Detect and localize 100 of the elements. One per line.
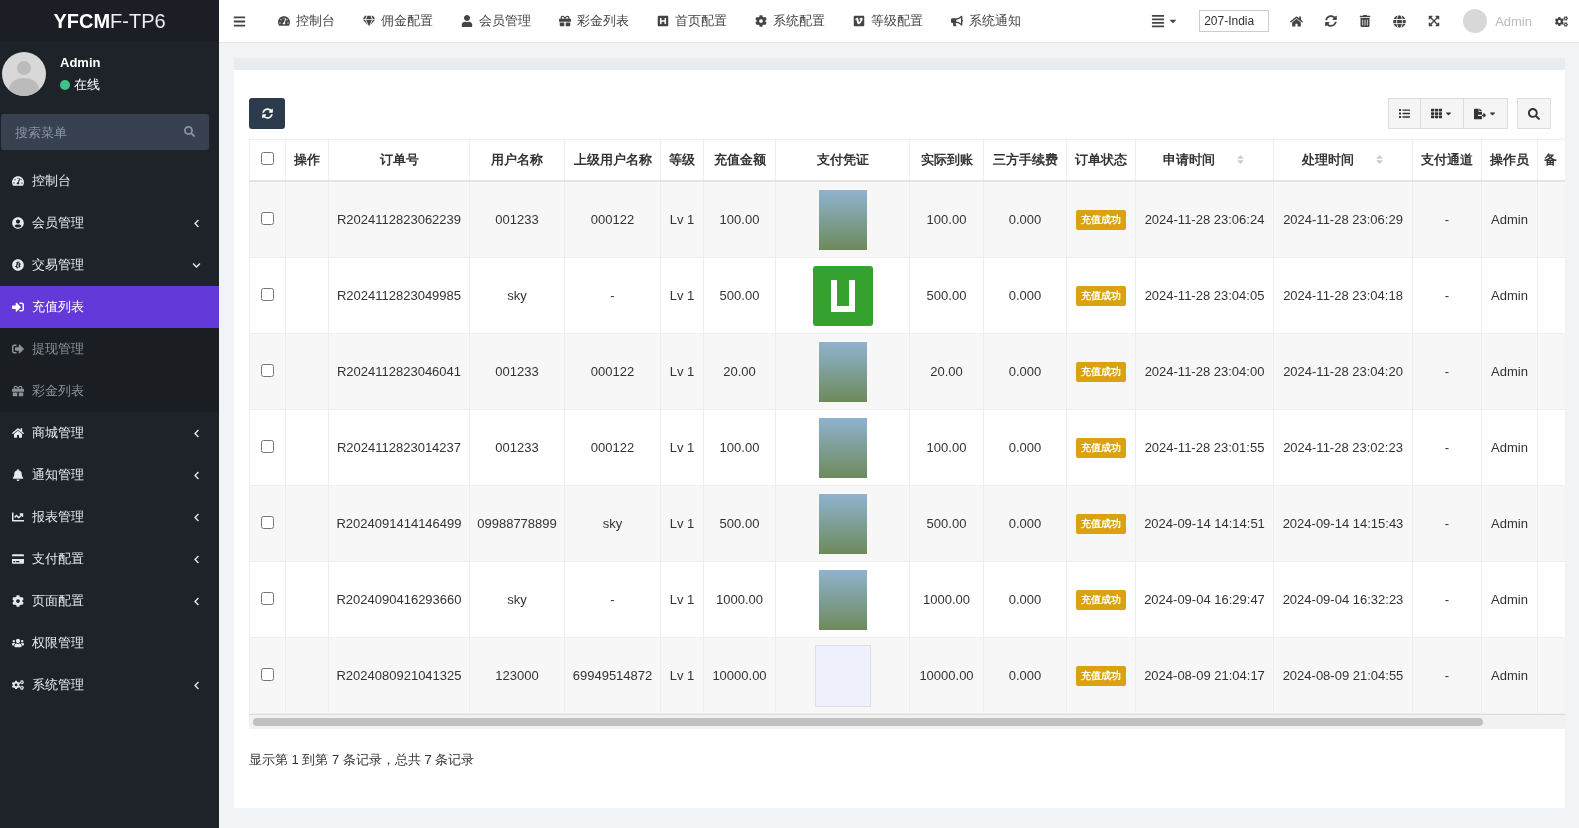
table-cell: 2024-09-14 14:14:51 [1135,485,1274,562]
sidebar-item[interactable]: 控制台 [0,160,219,202]
row-checkbox[interactable] [261,591,274,605]
table-cell: 2024-11-28 23:06:24 [1135,181,1274,258]
sidebar-item[interactable]: 页面配置 [0,580,219,622]
refresh-icon[interactable] [1325,15,1338,27]
list-icon[interactable] [1151,14,1166,28]
table-cell: 2024-08-09 21:04:17 [1135,637,1274,714]
settings-icon[interactable] [1555,14,1568,28]
table-cell: 2024-11-28 23:04:05 [1135,257,1274,334]
table-cell: 100.00 [703,409,776,486]
table-cell: Admin [1481,257,1538,334]
table-cell: sky [469,561,565,638]
nav-link[interactable]: 佣金配置 [349,0,447,42]
refresh-button[interactable] [249,98,285,129]
nav-link[interactable]: 系统配置 [741,0,839,42]
table-cell: 100.00 [909,181,984,258]
table-cell: Lv 1 [660,181,704,258]
status-badge: 充值成功 [1076,437,1126,458]
home-icon[interactable] [1290,14,1304,28]
sidebar-subitem[interactable]: 彩金列表 [0,370,219,412]
fullscreen-icon[interactable] [1428,15,1441,27]
select-all-checkbox[interactable] [261,152,274,165]
table-cell: R2024090416293660 [328,561,470,638]
nav-link[interactable]: 系统通知 [937,0,1035,42]
caret-icon [1444,109,1453,118]
nav-link[interactable]: 彩金列表 [545,0,643,42]
list-view-button[interactable] [1388,98,1421,129]
dashboard-icon [278,15,290,27]
row-checkbox[interactable] [261,363,274,377]
export-button[interactable] [1463,98,1508,129]
table-cell: Admin [1481,333,1538,410]
table-cell: 0.000 [983,561,1067,638]
horizontal-scrollbar[interactable] [249,715,1565,729]
sidebar-subitem[interactable]: 提现管理 [0,328,219,370]
table-cell: Lv 1 [660,409,704,486]
table-cell: - [564,561,661,638]
chevron-left-icon [192,512,201,522]
table-cell: 2024-09-14 14:15:43 [1273,485,1413,562]
table-cell: R2024112823049985 [328,257,470,334]
user-status: 在线 [74,75,100,94]
sidebar-item[interactable]: 通知管理 [0,454,219,496]
sidebar-subitem[interactable]: 充值列表 [0,286,219,328]
photo-placeholder [818,493,867,554]
pagination-summary: 显示第 1 到第 7 条记录，总共 7 条记录 [249,751,476,769]
table-cell: 2024-09-04 16:32:23 [1273,561,1413,638]
table-cell: sky [469,257,565,334]
table-cell: Lv 1 [660,637,704,714]
nav-link[interactable]: 等级配置 [839,0,937,42]
trash-icon[interactable] [1359,15,1372,27]
globe-icon[interactable] [1393,14,1407,28]
table-cell: 0.000 [983,333,1067,410]
photo-placeholder [818,417,867,478]
screenshot-thumbnail [814,644,871,707]
megaphone-icon [951,15,963,27]
table-cell: 2024-09-04 16:29:47 [1135,561,1274,638]
site-field[interactable]: 207-India [1199,10,1270,32]
table-cell: Admin [1481,485,1538,562]
nav-link[interactable]: 会员管理 [447,0,545,42]
table-cell: 001233 [469,333,565,410]
app-logo-icon [812,265,873,326]
sidebar-item[interactable]: 交易管理 [0,244,219,286]
row-checkbox[interactable] [261,667,274,681]
search-button[interactable] [1517,98,1551,129]
table-cell: 0.000 [983,257,1067,334]
table-cell: - [1412,485,1482,562]
sidebar-item[interactable]: 会员管理 [0,202,219,244]
row-checkbox[interactable] [261,439,274,453]
table-cell: Lv 1 [660,257,704,334]
columns-button[interactable] [1420,98,1464,129]
table-cell: Lv 1 [660,561,704,638]
table-cell: 500.00 [909,485,984,562]
nav-link[interactable]: 控制台 [264,0,349,42]
grid-icon [1431,108,1442,119]
table-cell: R2024080921041325 [328,637,470,714]
status-badge: 充值成功 [1076,361,1126,382]
table-cell: 2024-08-09 21:04:55 [1273,637,1413,714]
gem-icon [363,15,375,27]
table-cell: 001233 [469,409,565,486]
nav-link[interactable]: 首页配置 [643,0,741,42]
row-checkbox[interactable] [261,211,274,225]
chevron-left-icon [192,680,201,690]
table-cell: 0.000 [983,485,1067,562]
chevron-left-icon [192,218,201,228]
chevron-left-icon [192,470,201,480]
status-badge: 充值成功 [1076,209,1126,230]
table-cell: - [564,257,661,334]
sidebar-item[interactable]: 权限管理 [0,622,219,664]
menu-search-field[interactable]: 搜索菜单 [1,114,209,150]
table-cell: 2024-11-28 23:04:00 [1135,333,1274,410]
status-badge: 充值成功 [1076,513,1126,534]
table-cell: 20.00 [703,333,776,410]
table-cell: R2024112823046041 [328,333,470,410]
sidebar-item[interactable]: 支付配置 [0,538,219,580]
table-cell: R2024112823062239 [328,181,470,258]
row-checkbox[interactable] [261,515,274,529]
sidebar-item[interactable]: 报表管理 [0,496,219,538]
sidebar-item[interactable]: 商城管理 [0,412,219,454]
row-checkbox[interactable] [261,287,274,301]
sidebar-item[interactable]: 系统管理 [0,664,219,706]
